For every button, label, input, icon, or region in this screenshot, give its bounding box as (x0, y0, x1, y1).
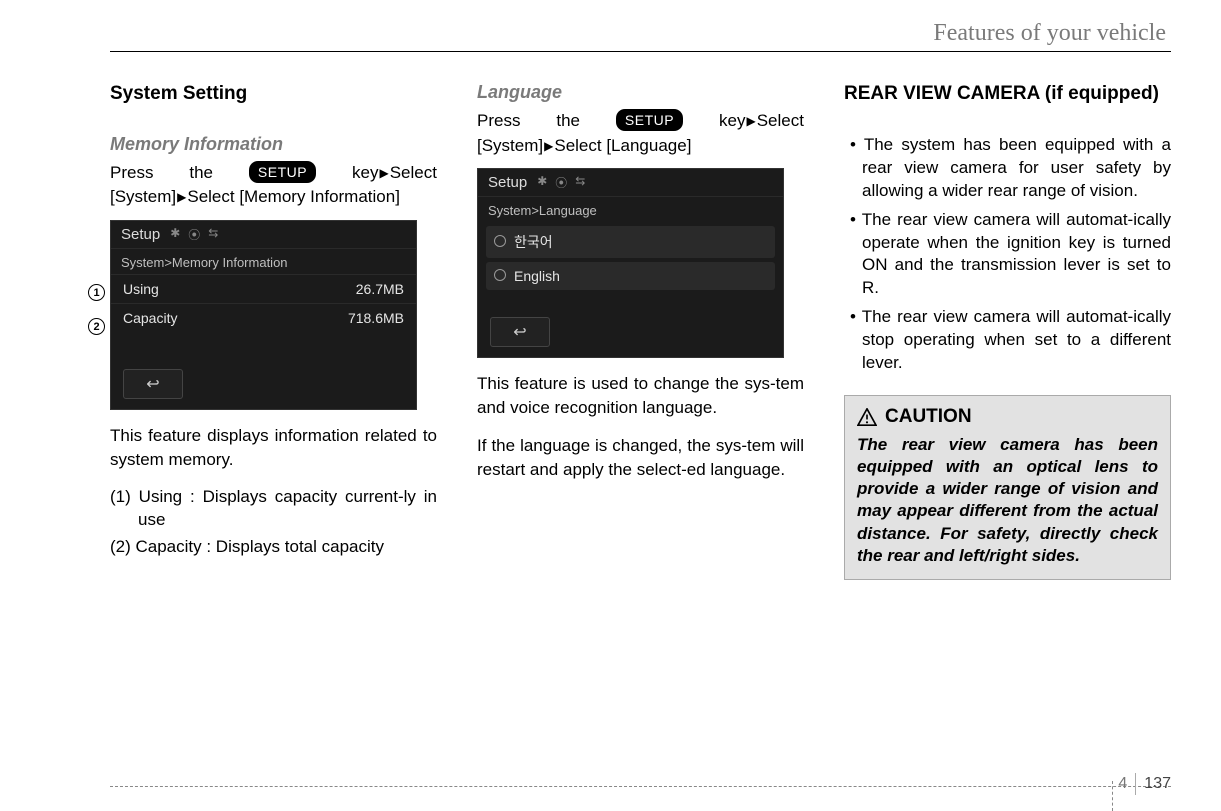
setup-key-badge: SETUP (616, 109, 683, 131)
section-number: 4 (1118, 775, 1127, 793)
instruction-line-2: [System]▶Select [Language] (477, 134, 804, 159)
radio-icon (494, 235, 506, 247)
instruction-line-1: Press the SETUP key▶Select (477, 109, 804, 134)
row-value: 26.7MB (356, 281, 404, 297)
callout-1: 1 (88, 284, 105, 301)
screen-topbar: Setup ✱ ⦿ ⇆ (478, 169, 783, 197)
instruction-line-2: [System]▶Select [Memory Information] (110, 185, 437, 210)
subsection-memory-information: Memory Information (110, 134, 437, 155)
link-icon: ⇆ (208, 226, 218, 243)
column-1: System Setting Memory Information Press … (110, 82, 437, 580)
page-footer: 4 137 (110, 786, 1171, 789)
screen-breadcrumb: System>Memory Information (111, 249, 416, 274)
memory-row-using: Using 26.7MB (111, 274, 416, 303)
text: the (556, 109, 580, 134)
section-title-system-setting: System Setting (110, 82, 437, 106)
screen-title: Setup (488, 174, 527, 191)
link-icon: ⇆ (575, 174, 585, 191)
row-label: Capacity (123, 310, 177, 326)
callout-2: 2 (88, 318, 105, 335)
signal-icon: ⦿ (555, 174, 567, 191)
footer-vdash (1112, 781, 1113, 811)
triangle-icon: ▶ (544, 138, 553, 155)
caution-header: CAUTION (857, 406, 1158, 428)
language-option-korean: 한국어 (486, 226, 775, 258)
caution-title-text: CAUTION (885, 406, 972, 428)
status-icons: ✱ ⦿ ⇆ (537, 174, 585, 191)
chapter-title: Features of your vehicle (110, 20, 1171, 47)
triangle-icon: ▶ (746, 113, 755, 130)
device-screen: Setup ✱ ⦿ ⇆ System>Language 한국어 English (477, 168, 784, 358)
caution-body: The rear view camera has been equipped w… (857, 434, 1158, 567)
status-icons: ✱ ⦿ ⇆ (170, 226, 218, 243)
page-separator (1135, 773, 1136, 795)
subsection-language: Language (477, 82, 804, 103)
text: Press (110, 161, 153, 186)
instruction-language: Press the SETUP key▶Select [System]▶Sele… (477, 109, 804, 158)
memory-row-capacity: Capacity 718.6MB (111, 303, 416, 332)
bluetooth-icon: ✱ (170, 226, 180, 243)
row-value: 718.6MB (348, 310, 404, 326)
screenshot-language: Setup ✱ ⦿ ⇆ System>Language 한국어 English (477, 168, 804, 358)
text: key▶Select (719, 109, 804, 134)
radio-icon (494, 269, 506, 281)
page-number: 4 137 (1118, 773, 1171, 795)
content-columns: System Setting Memory Information Press … (110, 82, 1171, 580)
warning-icon (857, 408, 877, 426)
triangle-icon: ▶ (379, 165, 388, 182)
back-button: ↩ (490, 317, 550, 347)
bullet-item: The rear view camera will automat-ically… (844, 209, 1171, 301)
instruction-memory: Press the SETUP key▶Select [System]▶Sele… (110, 161, 437, 210)
memory-description: This feature displays information relate… (110, 424, 437, 472)
numbered-item-1: (1) Using : Displays capacity current-ly… (110, 486, 437, 532)
column-2: Language Press the SETUP key▶Select [Sys… (477, 82, 804, 580)
page-number-value: 137 (1144, 775, 1171, 793)
triangle-icon: ▶ (177, 189, 186, 206)
screenshot-memory: 1 2 Setup ✱ ⦿ ⇆ System>Memory Informatio… (110, 220, 437, 410)
rear-view-bullets: The system has been equipped with a rear… (844, 134, 1171, 375)
screen-title: Setup (121, 226, 160, 243)
row-label: English (494, 268, 560, 284)
setup-key-badge: SETUP (249, 161, 316, 183)
language-description-1: This feature is used to change the sys-t… (477, 372, 804, 420)
device-screen: Setup ✱ ⦿ ⇆ System>Memory Information Us… (110, 220, 417, 410)
column-3: REAR VIEW CAMERA (if equipped) The syste… (844, 82, 1171, 580)
bullet-item: The system has been equipped with a rear… (844, 134, 1171, 203)
back-button: ↩ (123, 369, 183, 399)
text: the (189, 161, 213, 186)
footer-dashline (110, 786, 1171, 787)
screen-breadcrumb: System>Language (478, 197, 783, 222)
header-rule (110, 51, 1171, 52)
text: key▶Select (352, 161, 437, 186)
language-option-english: English (486, 262, 775, 290)
language-description-2: If the language is changed, the sys-tem … (477, 434, 804, 482)
screen-topbar: Setup ✱ ⦿ ⇆ (111, 221, 416, 249)
caution-box: CAUTION The rear view camera has been eq… (844, 395, 1171, 580)
instruction-line-1: Press the SETUP key▶Select (110, 161, 437, 186)
text: Press (477, 109, 520, 134)
signal-icon: ⦿ (188, 226, 200, 243)
bluetooth-icon: ✱ (537, 174, 547, 191)
bullet-item: The rear view camera will automat-ically… (844, 306, 1171, 375)
row-label: 한국어 (494, 232, 553, 252)
row-label: Using (123, 281, 159, 297)
section-title-rear-view: REAR VIEW CAMERA (if equipped) (844, 82, 1171, 106)
numbered-item-2: (2) Capacity : Displays total capacity (110, 536, 437, 559)
manual-page: Features of your vehicle System Setting … (0, 0, 1221, 811)
